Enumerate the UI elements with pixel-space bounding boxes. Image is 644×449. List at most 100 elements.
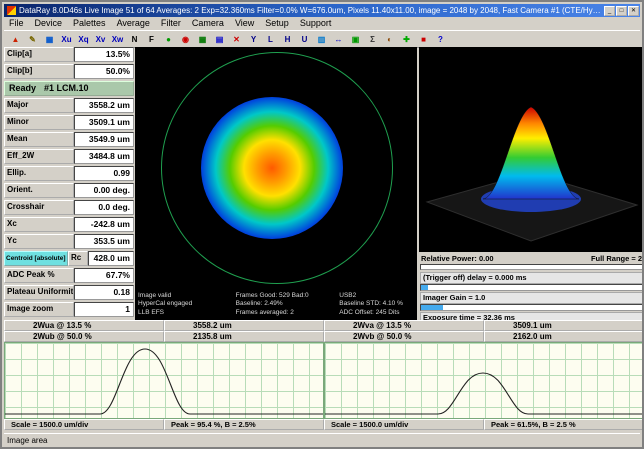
xv-axis-button[interactable]: Xv: [93, 32, 108, 47]
measurement-row: Orient. 0.00 deg.: [4, 183, 134, 198]
rc-button[interactable]: Rc: [68, 251, 88, 266]
measurement-value: 0.18: [74, 285, 134, 300]
f-button[interactable]: F: [144, 32, 159, 47]
measurement-value: 3558.2 um: [74, 98, 134, 113]
add-icon[interactable]: ✚: [399, 32, 414, 47]
close-button[interactable]: ✕: [628, 6, 639, 16]
gauge-icon[interactable]: ◐: [382, 32, 397, 47]
measurement-button[interactable]: Minor: [4, 115, 74, 130]
measurement-button[interactable]: Mean: [4, 132, 74, 147]
measurement-button[interactable]: Clip[a]: [4, 47, 74, 62]
pan-arrows-icon[interactable]: ↔: [331, 32, 346, 47]
y-button[interactable]: Y: [246, 32, 261, 47]
measurement-button[interactable]: Plateau Uniformity: [4, 285, 74, 300]
histogram-icon[interactable]: ▥: [314, 32, 329, 47]
menu-item[interactable]: Support: [300, 17, 332, 30]
help-icon[interactable]: ?: [433, 32, 448, 47]
measurement-button[interactable]: Major: [4, 98, 74, 113]
record-icon[interactable]: ■: [416, 32, 431, 47]
trigger-delay-slider[interactable]: [420, 284, 643, 291]
measurement-button[interactable]: Crosshair: [4, 200, 74, 215]
target-icon[interactable]: ◉: [178, 32, 193, 47]
u-width-a-button[interactable]: 2Wua @ 13.5 %: [4, 320, 164, 331]
status-line: LLB EFS: [138, 309, 236, 318]
menu-bar: File Device Palettes Average Filter Camera Vie…: [4, 17, 640, 30]
measurement-button[interactable]: Orient.: [4, 183, 74, 198]
status-line: HyperCal engaged: [138, 300, 236, 309]
measurement-button[interactable]: ADC Peak %: [4, 268, 74, 283]
relative-power-label: Relative Power: 0.00: [421, 254, 494, 264]
menu-item[interactable]: View: [235, 17, 254, 30]
status-column-1: Image validHyperCal engagedLLB EFS: [138, 292, 236, 318]
measurement-button[interactable]: Xc: [4, 217, 74, 232]
measurement-button[interactable]: Clip[b]: [4, 64, 74, 79]
centroid-mode-button[interactable]: Centroid [absolute]: [4, 251, 68, 266]
maximize-button[interactable]: □: [616, 6, 627, 16]
palette-icon[interactable]: ▦: [42, 32, 57, 47]
tail-rows: ADC Peak % 67.7% Plateau Uniformity 0.18…: [4, 268, 134, 317]
status-line: Frames Good: 529 Bad:0: [236, 292, 340, 301]
v-width-b-button[interactable]: 2Wvb @ 50.0 %: [324, 331, 484, 342]
u-profile-curve: [5, 343, 323, 418]
u-scale-label: Scale = 1500.0 um/div: [4, 419, 164, 430]
status-line: Baseline STD: 4.10 %: [339, 300, 417, 309]
measurement-row: Clip[a] 13.5%: [4, 47, 134, 62]
sum-icon[interactable]: Σ: [365, 32, 380, 47]
beam-3d-view[interactable]: [419, 47, 644, 252]
v-width-a-button[interactable]: 2Wva @ 13.5 %: [324, 320, 484, 331]
status-column-2: Frames Good: 529 Bad:0Baseline: 2.49%Fra…: [236, 292, 340, 318]
xu-axis-button[interactable]: Xu: [59, 32, 74, 47]
status-bar: Image area: [4, 433, 640, 447]
capture-arrow-icon[interactable]: ▲: [8, 32, 23, 47]
centroid-row: Centroid [absolute] Rc 428.0 um: [4, 251, 134, 266]
imager-gain-label[interactable]: Imager Gain = 1.0: [420, 292, 643, 304]
measurement-button[interactable]: Yc: [4, 234, 74, 249]
grid-icon[interactable]: ▦: [195, 32, 210, 47]
minimize-button[interactable]: _: [604, 6, 615, 16]
menu-item[interactable]: Filter: [161, 17, 181, 30]
xq-axis-button[interactable]: Xq: [76, 32, 91, 47]
pencil-icon[interactable]: ✎: [25, 32, 40, 47]
u-width-b-button[interactable]: 2Wub @ 50.0 %: [4, 331, 164, 342]
measurement-row: Minor 3509.1 um: [4, 115, 134, 130]
measurement-button[interactable]: Image zoom: [4, 302, 74, 317]
measurement-row: Eff_2W 3484.8 um: [4, 149, 134, 164]
menu-item[interactable]: Average: [117, 17, 150, 30]
menu-item[interactable]: Camera: [192, 17, 224, 30]
u-button[interactable]: U: [297, 32, 312, 47]
measurement-row: Mean 3549.9 um: [4, 132, 134, 147]
menu-item[interactable]: Setup: [265, 17, 289, 30]
status-line: Baseline: 2.49%: [236, 300, 340, 309]
trigger-delay-label[interactable]: (Trigger off) delay = 0.000 ms: [420, 272, 643, 284]
status-column-3: USB2Baseline STD: 4.10 %ADC Offset: 245 …: [339, 292, 417, 318]
menu-item[interactable]: Palettes: [73, 17, 106, 30]
u-width-b-value: 2135.8 um: [164, 331, 324, 342]
l-button[interactable]: L: [263, 32, 278, 47]
measurement-button[interactable]: Ellip.: [4, 166, 74, 181]
monitor-icon[interactable]: ▣: [348, 32, 363, 47]
dataray-window: DataRay 8.0D46s Live Image 51 of 64 Aver…: [0, 0, 644, 449]
profiles-icon[interactable]: ▤: [212, 32, 227, 47]
capture-status-block: Image validHyperCal engagedLLB EFS Frame…: [138, 292, 417, 318]
beam-2d-view[interactable]: Image validHyperCal engagedLLB EFS Frame…: [135, 47, 417, 320]
power-panel: Relative Power: 0.00 Full Range = 2 (Tri…: [419, 254, 644, 318]
power-bar: [420, 264, 643, 270]
v-profile-panel: 2Wva @ 13.5 % 3509.1 um 2Wvb @ 50.0 % 21…: [324, 320, 644, 431]
ready-status-button[interactable]: Ready #1 LCM.10: [4, 81, 134, 96]
n-button[interactable]: N: [127, 32, 142, 47]
u-width-a-value: 3558.2 um: [164, 320, 324, 331]
xw-axis-button[interactable]: Xw: [110, 32, 125, 47]
measurement-value: -242.8 um: [74, 217, 134, 232]
beam-circle-icon[interactable]: ●: [161, 32, 176, 47]
measurement-value: 0.00 deg.: [74, 183, 134, 198]
status-line: ADC Offset: 245 Dits: [339, 309, 417, 318]
h-button[interactable]: H: [280, 32, 295, 47]
clear-x-icon[interactable]: ✕: [229, 32, 244, 47]
menu-item[interactable]: File: [9, 17, 24, 30]
measurement-value: 67.7%: [74, 268, 134, 283]
measurement-button[interactable]: Eff_2W: [4, 149, 74, 164]
menu-item[interactable]: Device: [35, 17, 63, 30]
imager-gain-slider[interactable]: [420, 304, 643, 311]
measurements-panel: Clip[a] 13.5% Clip[b] 50.0% Ready #1 LCM…: [4, 47, 134, 320]
measurement-row: Crosshair 0.0 deg.: [4, 200, 134, 215]
